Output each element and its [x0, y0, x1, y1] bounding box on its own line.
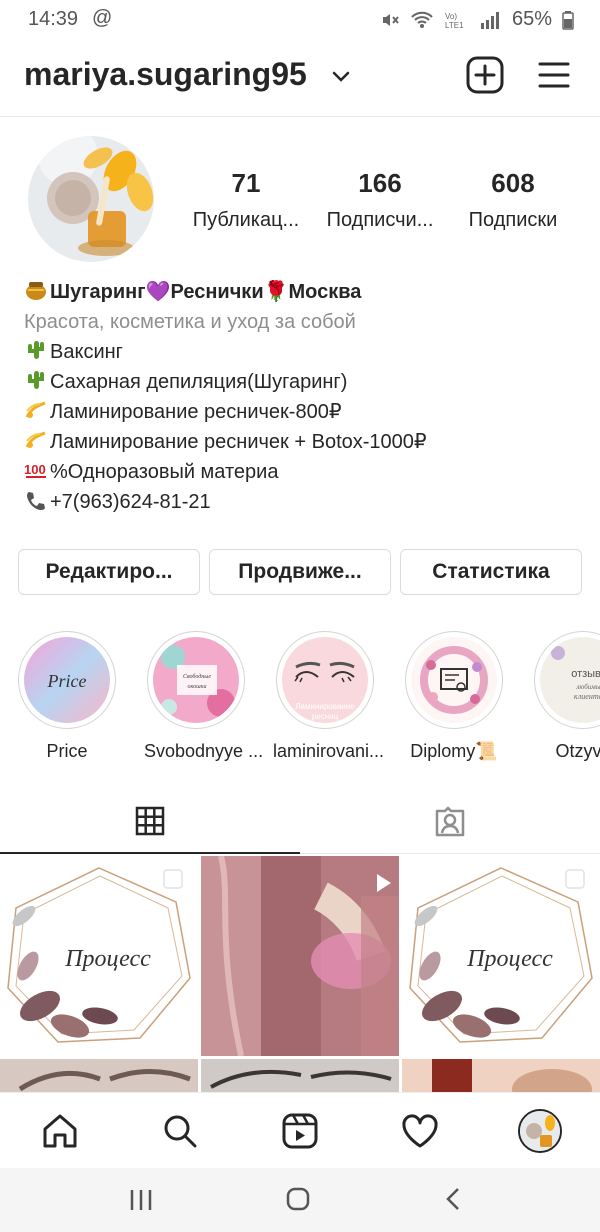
svg-text:Ламинирование: Ламинирование: [295, 702, 355, 711]
phone-icon: [27, 492, 45, 510]
new-post-icon[interactable]: [466, 56, 504, 94]
promote-button[interactable]: Продвиже...: [209, 549, 391, 595]
bio-line: Сахарная депиляция(Шугаринг): [24, 367, 584, 397]
highlight-label: Otzyvy: [555, 741, 600, 761]
status-icons: Vo) LTE1 65%: [380, 8, 574, 31]
reels-icon[interactable]: [280, 1111, 320, 1151]
bio-category: Красота, косметика и уход за собой: [24, 311, 356, 333]
following-count: 608: [491, 168, 535, 198]
system-nav-bar: [0, 1168, 600, 1232]
highlight-cover: отзывы любимыхклиентов: [540, 637, 600, 723]
profile-avatar[interactable]: [28, 136, 154, 262]
tab-tagged[interactable]: [300, 796, 600, 854]
svg-text:любимых: любимых: [575, 683, 600, 691]
highlight-label: laminirovani...: [273, 741, 385, 761]
bio-line: Ваксинг: [24, 337, 584, 367]
battery-icon: [562, 10, 574, 30]
followers-count: 166: [358, 168, 402, 198]
highlight-item[interactable]: Diplomy📜: [402, 631, 506, 762]
status-bar: 14:39 @ Vo) LTE1 65%: [0, 0, 600, 40]
highlight-label: Price: [46, 741, 88, 761]
svg-text:Vo): Vo): [445, 12, 457, 21]
highlight-item[interactable]: отзывы любимыхклиентов Otzyvy: [531, 631, 600, 762]
home-icon[interactable]: [40, 1111, 80, 1151]
svg-text:окошки: окошки: [188, 684, 207, 690]
highlight-cover: Price: [24, 637, 110, 723]
post-tile[interactable]: Процесс: [402, 856, 600, 1056]
posts-count: 71: [231, 168, 261, 198]
honey-pot-icon: [26, 282, 46, 300]
profile-bio: Шугаринг💜Реснички🌹Москва Красота, космет…: [24, 277, 584, 517]
highlight-label: Svobodnyye ...: [144, 741, 264, 761]
battery-percent: 65%: [511, 8, 552, 30]
wifi-icon: [411, 11, 433, 28]
menu-icon[interactable]: [537, 58, 571, 92]
cactus-icon: [28, 341, 44, 359]
signal-icon: [480, 11, 499, 29]
post-tile-video[interactable]: [201, 856, 399, 1056]
stat-followers[interactable]: 166 Подписчи...: [310, 168, 450, 232]
bio-line: Ламинирование ресничек-800₽: [24, 397, 584, 427]
svg-text:отзывы: отзывы: [571, 668, 600, 680]
stat-following[interactable]: 608 Подписки: [443, 168, 583, 232]
posts-label: Публикац...: [192, 209, 300, 231]
profile-icon[interactable]: [518, 1109, 562, 1153]
profile-tabs: [0, 796, 600, 854]
bio-line: +7(963)624-81-21: [24, 487, 584, 517]
bottom-nav: [0, 1092, 600, 1169]
svg-text:Price: Price: [47, 671, 87, 691]
highlight-item[interactable]: Свободные окошки Svobodnyye ...: [144, 631, 264, 762]
lte-icon: Vo)LTE1: [445, 12, 464, 30]
stat-posts[interactable]: 71 Публикац...: [176, 168, 316, 232]
tab-grid[interactable]: [0, 796, 300, 854]
username-switcher[interactable]: mariya.sugaring95: [24, 56, 307, 93]
highlight-item[interactable]: Ламинирование ресниц laminirovani...: [273, 631, 385, 762]
status-time: 14:39: [28, 8, 79, 30]
svg-text:Свободные: Свободные: [183, 673, 211, 680]
post-tile[interactable]: [201, 1059, 399, 1092]
edit-profile-button[interactable]: Редактиро...: [18, 549, 200, 595]
activity-icon[interactable]: [400, 1111, 440, 1151]
dizzy-icon: [25, 431, 46, 448]
svg-text:ресниц: ресниц: [312, 712, 339, 721]
followers-label: Подписчи...: [326, 209, 434, 231]
profile-header: mariya.sugaring95: [0, 48, 600, 112]
chevron-down-icon[interactable]: [330, 66, 352, 88]
following-label: Подписки: [468, 209, 558, 231]
highlight-cover: [411, 637, 497, 723]
dizzy-icon: [25, 401, 46, 418]
at-icon: @: [92, 7, 113, 29]
post-tile[interactable]: [0, 1059, 198, 1092]
highlight-label: Diplomy📜: [410, 741, 498, 761]
bio-line: Ламинирование ресничек + Botox-1000₽: [24, 427, 584, 457]
cactus-icon: [28, 371, 44, 389]
highlight-cover: Свободные окошки: [153, 637, 239, 723]
insights-button[interactable]: Статистика: [400, 549, 582, 595]
post-tile[interactable]: [402, 1059, 600, 1092]
svg-text:клиентов: клиентов: [574, 692, 600, 701]
svg-text:LTE1: LTE1: [445, 21, 464, 30]
svg-text:Процесс: Процесс: [64, 946, 151, 972]
home-button-icon[interactable]: [285, 1186, 311, 1212]
grid-icon: [135, 806, 165, 836]
search-icon[interactable]: [160, 1111, 200, 1151]
svg-text:100: 100: [24, 462, 46, 477]
highlight-item[interactable]: Price Price: [15, 631, 119, 762]
bio-line: 100 %Одноразовый материа: [24, 461, 279, 483]
post-tile[interactable]: Процесс: [0, 856, 198, 1056]
highlight-cover: Ламинирование ресниц: [282, 637, 368, 723]
bio-name: Шугаринг💜Реснички🌹Москва: [50, 281, 362, 303]
tagged-icon: [435, 806, 465, 837]
back-icon[interactable]: [442, 1186, 466, 1212]
header-divider: [0, 116, 600, 117]
recent-apps-icon[interactable]: [128, 1188, 154, 1212]
hundred-points-icon: 100: [24, 462, 46, 478]
mute-icon: [382, 13, 399, 26]
bio-name-line: Шугаринг💜Реснички🌹Москва: [24, 277, 584, 307]
svg-text:Процесс: Процесс: [466, 946, 553, 972]
